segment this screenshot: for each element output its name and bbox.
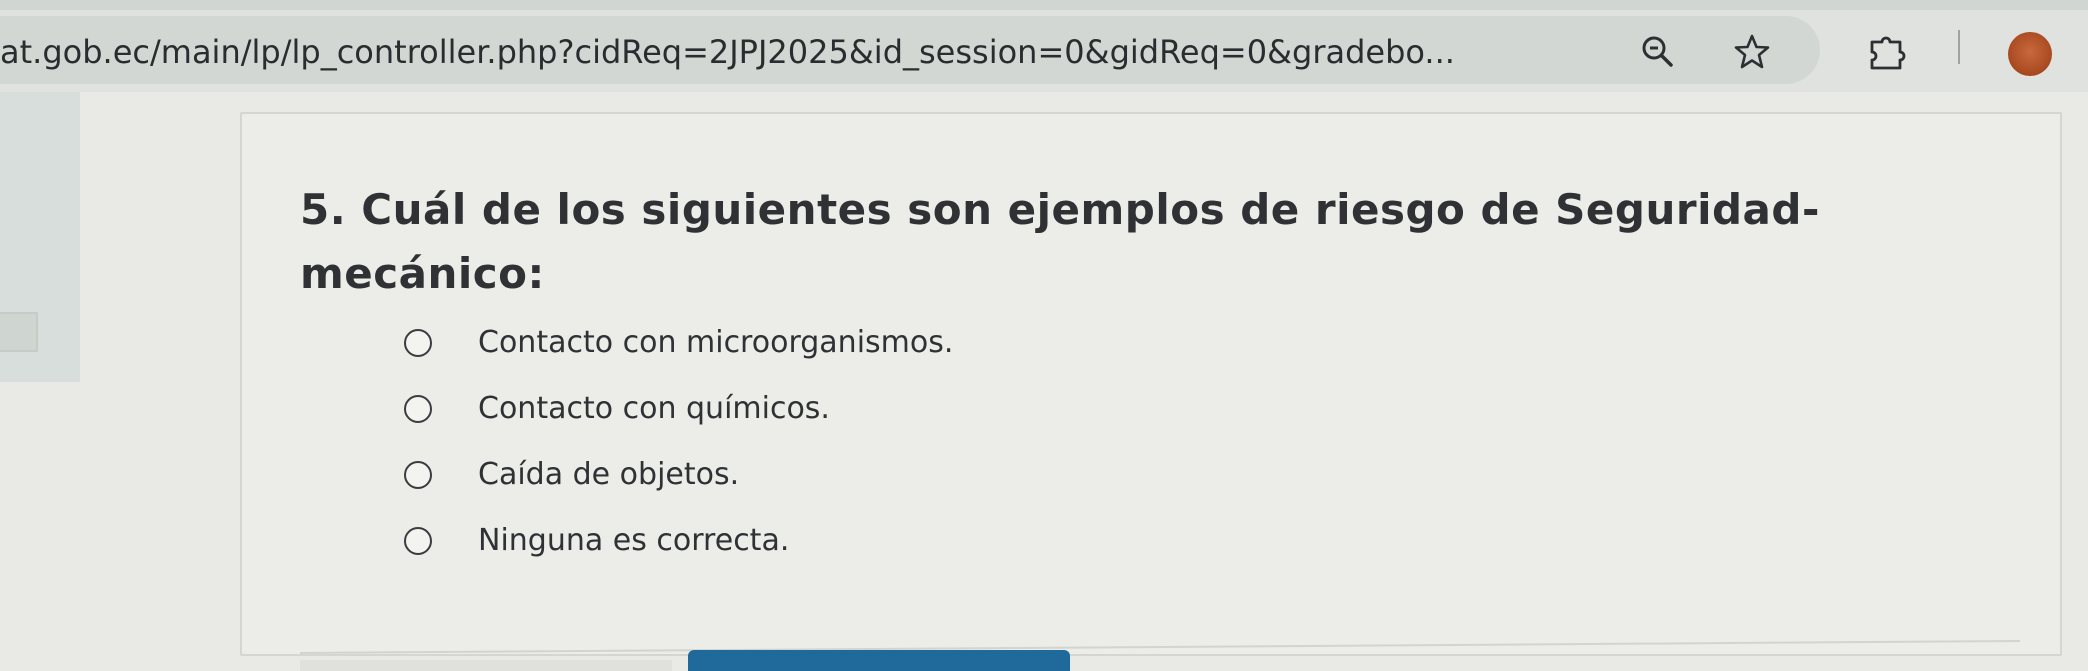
answer-option[interactable]: Contacto con microorganismos. xyxy=(404,310,1604,376)
sidebar-toggle[interactable] xyxy=(0,312,38,352)
answer-option-label: Caída de objetos. xyxy=(478,457,740,492)
star-icon[interactable] xyxy=(1732,32,1772,72)
answer-option[interactable]: Ninguna es correcta. xyxy=(404,508,1604,574)
radio-button[interactable] xyxy=(404,329,432,357)
question-title: 5. Cuál de los siguientes son ejemplos d… xyxy=(300,185,1820,298)
answer-option-label: Contacto con químicos. xyxy=(478,391,830,426)
answer-option[interactable]: Caída de objetos. xyxy=(404,442,1604,508)
submit-button[interactable] xyxy=(688,650,1070,671)
extension-icon[interactable] xyxy=(1864,30,1908,74)
answer-option-label: Ninguna es correcta. xyxy=(478,523,790,558)
tab-strip xyxy=(0,0,2088,10)
footer-strip xyxy=(300,660,672,671)
answer-option-label: Contacto con microorganismos. xyxy=(478,325,954,360)
radio-button[interactable] xyxy=(404,527,432,555)
radio-button[interactable] xyxy=(404,395,432,423)
radio-button[interactable] xyxy=(404,461,432,489)
answer-option[interactable]: Contacto con químicos. xyxy=(404,376,1604,442)
address-url[interactable]: at.gob.ec/main/lp/lp_controller.php?cidR… xyxy=(0,30,1610,74)
screen: at.gob.ec/main/lp/lp_controller.php?cidR… xyxy=(0,0,2088,671)
zoom-icon[interactable] xyxy=(1638,32,1678,72)
avatar[interactable] xyxy=(2008,32,2052,76)
answer-options: Contacto con microorganismos. Contacto c… xyxy=(404,310,1604,574)
browser-toolbar: at.gob.ec/main/lp/lp_controller.php?cidR… xyxy=(0,0,2088,92)
toolbar-divider xyxy=(1958,30,1960,64)
